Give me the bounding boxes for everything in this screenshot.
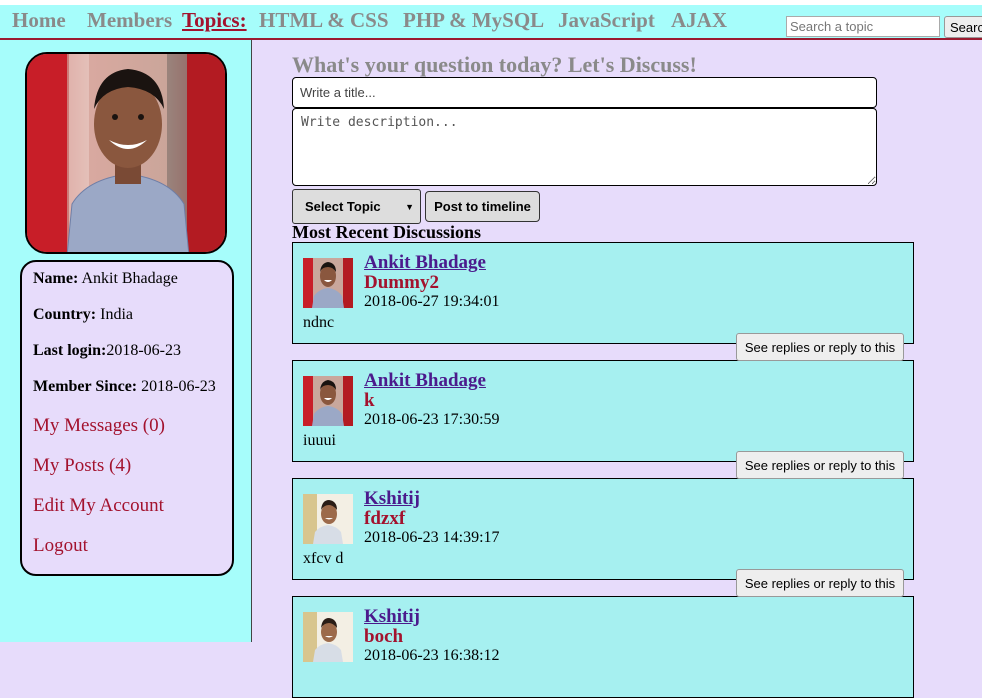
profile-member-since: 2018-06-23 — [141, 378, 216, 395]
description-textarea[interactable] — [292, 108, 877, 186]
profile-name: Ankit Bhadage — [81, 270, 178, 287]
nav-members[interactable]: Members — [87, 8, 172, 33]
discussion-post: Ankit Bhadage k 2018-06-23 17:30:59 iuuu… — [292, 360, 914, 479]
nav-topics[interactable]: Topics: — [182, 8, 247, 33]
discussion-post: Ankit Bhadage Dummy2 2018-06-27 19:34:01… — [292, 242, 914, 361]
post-title: k — [364, 390, 375, 411]
post-body: iuuui — [303, 432, 336, 449]
my-posts-link[interactable]: My Posts (4) — [33, 455, 131, 477]
post-timestamp: 2018-06-27 19:34:01 — [364, 293, 500, 310]
title-input[interactable] — [292, 77, 877, 108]
search-input[interactable] — [786, 16, 940, 37]
author-avatar — [303, 494, 353, 544]
post-body: xfcv d — [303, 550, 344, 567]
post-timestamp: 2018-06-23 14:39:17 — [364, 529, 500, 546]
nav-html-css[interactable]: HTML & CSS — [259, 8, 389, 33]
author-avatar — [303, 612, 353, 662]
search-button[interactable]: Search — [944, 16, 982, 38]
profile-photo — [25, 52, 227, 254]
post-timestamp: 2018-06-23 16:38:12 — [364, 647, 500, 664]
section-title: Most Recent Discussions — [292, 222, 481, 242]
discussion-post: Kshitij fdzxf 2018-06-23 14:39:17 xfcv d… — [292, 478, 914, 597]
chevron-down-icon: ▼ — [405, 201, 414, 212]
kshitij-avatar-icon — [303, 494, 353, 544]
profile-info-box: Name: Ankit Bhadage Country: India Last … — [20, 260, 234, 576]
ankit-avatar-icon — [303, 376, 353, 426]
author-avatar — [303, 258, 353, 308]
post-author-link[interactable]: Ankit Bhadage — [364, 370, 486, 392]
profile-country: India — [100, 306, 133, 323]
profile-photo-image — [27, 54, 225, 252]
profile-last-login-row: Last login:2018-06-23 — [33, 342, 181, 359]
my-messages-link[interactable]: My Messages (0) — [33, 415, 165, 437]
post-author-link[interactable]: Kshitij — [364, 606, 420, 628]
sidebar: Name: Ankit Bhadage Country: India Last … — [0, 40, 252, 642]
nav-home[interactable]: Home — [12, 8, 66, 33]
ankit-avatar-icon — [303, 258, 353, 308]
see-replies-button[interactable]: See replies or reply to this — [736, 569, 904, 597]
profile-name-row: Name: Ankit Bhadage — [33, 270, 178, 287]
profile-country-row: Country: India — [33, 306, 133, 323]
profile-member-since-row: Member Since: 2018-06-23 — [33, 378, 216, 395]
nav-javascript[interactable]: JavaScript — [558, 8, 655, 33]
nav-php-mysql[interactable]: PHP & MySQL — [403, 8, 544, 33]
post-title: Dummy2 — [364, 272, 439, 293]
edit-account-link[interactable]: Edit My Account — [33, 495, 164, 517]
nav-ajax[interactable]: AJAX — [671, 8, 727, 33]
page-heading: What's your question today? Let's Discus… — [292, 52, 697, 77]
see-replies-button[interactable]: See replies or reply to this — [736, 333, 904, 361]
logout-link[interactable]: Logout — [33, 535, 88, 557]
post-timestamp: 2018-06-23 17:30:59 — [364, 411, 500, 428]
author-avatar — [303, 376, 353, 426]
post-to-timeline-button[interactable]: Post to timeline — [425, 191, 540, 222]
discussion-post: Kshitij boch 2018-06-23 16:38:12 — [292, 596, 914, 698]
topic-select[interactable]: Select Topic ▼ — [292, 189, 421, 224]
post-author-link[interactable]: Ankit Bhadage — [364, 252, 486, 274]
top-nav: Home Members Topics: HTML & CSS PHP & My… — [0, 0, 982, 40]
post-title: boch — [364, 626, 404, 647]
see-replies-button[interactable]: See replies or reply to this — [736, 451, 904, 479]
post-author-link[interactable]: Kshitij — [364, 488, 420, 510]
post-body: ndnc — [303, 314, 335, 331]
kshitij-avatar-icon — [303, 612, 353, 662]
topic-select-value: Select Topic — [305, 199, 381, 214]
profile-last-login: 2018-06-23 — [106, 342, 181, 359]
post-title: fdzxf — [364, 508, 406, 529]
